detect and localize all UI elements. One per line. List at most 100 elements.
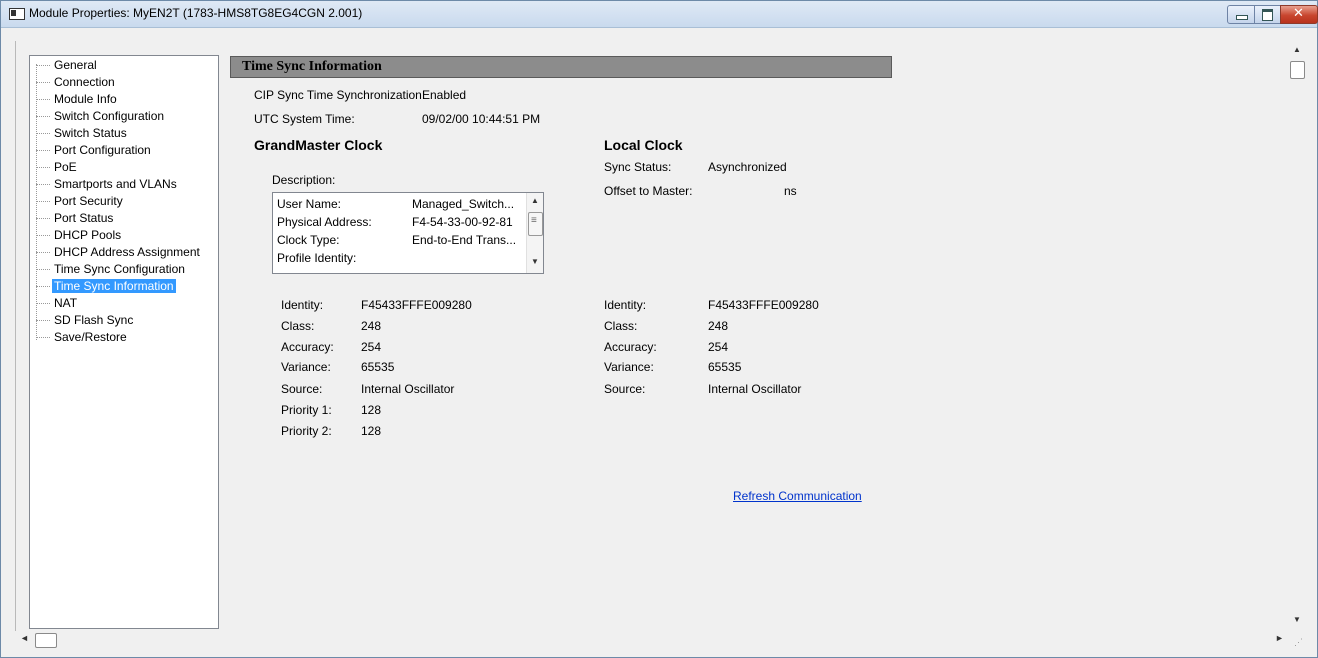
window-title: Module Properties: MyEN2T (1783-HMS8TG8E…	[29, 6, 363, 20]
refresh-communication-link[interactable]: Refresh Communication	[733, 489, 862, 503]
title-bar: Module Properties: MyEN2T (1783-HMS8TG8E…	[1, 1, 1318, 28]
desc-row-label: Physical Address:	[277, 215, 372, 229]
desc-row-value: End-to-End Trans...	[412, 233, 517, 247]
resize-grip-icon[interactable]: ⋰	[1294, 637, 1303, 648]
gm-class-label: Class:	[281, 319, 315, 333]
sidebar-item-label: General	[54, 58, 97, 72]
sidebar-item-dhcp-pools[interactable]: DHCP Pools	[36, 227, 123, 243]
scroll-down-icon[interactable]: ▼	[531, 257, 539, 266]
close-icon: ✕	[1293, 6, 1304, 21]
sidebar-item-label: PoE	[54, 160, 77, 174]
cip-sync-label: CIP Sync Time Synchronization:	[254, 88, 426, 102]
sync-status-label: Sync Status:	[604, 160, 672, 174]
sidebar-item-general[interactable]: General	[36, 57, 99, 73]
sidebar-item-label: Connection	[54, 75, 115, 89]
window-icon	[9, 8, 25, 20]
sidebar-item-nat[interactable]: NAT	[36, 295, 79, 311]
vertical-scrollbar[interactable]: ▲ ▼	[1289, 41, 1306, 631]
sidebar-item-save-restore[interactable]: Save/Restore	[36, 329, 129, 345]
horizontal-scroll-thumb[interactable]	[35, 633, 57, 648]
local-variance-label: Variance:	[604, 360, 654, 374]
maximize-icon	[1262, 9, 1273, 21]
sidebar-item-label: NAT	[54, 296, 78, 310]
close-button[interactable]: ✕	[1280, 5, 1318, 24]
gm-source-label: Source:	[281, 382, 323, 396]
sidebar-item-label: Switch Configuration	[54, 109, 165, 123]
minimize-icon	[1236, 15, 1248, 20]
sidebar-item-label: Module Info	[54, 92, 117, 106]
desc-row-label: Clock Type:	[277, 233, 340, 247]
scroll-up-icon[interactable]: ▲	[531, 196, 539, 205]
sidebar-item-port-status[interactable]: Port Status	[36, 210, 115, 226]
gm-identity-value: F45433FFFE009280	[361, 298, 472, 312]
sidebar-item-time-sync-information[interactable]: Time Sync Information	[36, 278, 176, 294]
utc-time-value: 09/02/00 10:44:51 PM	[422, 112, 541, 126]
local-clock-heading: Local Clock	[604, 137, 683, 153]
sidebar-item-label: DHCP Pools	[54, 228, 122, 242]
sidebar-item-label: SD Flash Sync	[54, 313, 134, 327]
gm-class-value: 248	[361, 319, 382, 333]
local-class-value: 248	[708, 319, 729, 333]
horizontal-scrollbar[interactable]: ◄ ►	[15, 631, 1306, 648]
maximize-button[interactable]	[1254, 5, 1281, 24]
sidebar-item-label: DHCP Address Assignment	[54, 245, 200, 259]
vertical-scroll-thumb[interactable]	[1290, 61, 1305, 79]
sidebar-item-poe[interactable]: PoE	[36, 159, 79, 175]
sidebar-item-dhcp-address-assignment[interactable]: DHCP Address Assignment	[36, 244, 202, 260]
local-source-label: Source:	[604, 382, 646, 396]
scroll-up-arrow-icon[interactable]: ▲	[1293, 45, 1301, 54]
sync-status-value: Asynchronized	[708, 160, 787, 174]
scroll-thumb[interactable]	[528, 212, 543, 236]
sidebar-item-module-info[interactable]: Module Info	[36, 91, 119, 107]
category-tree[interactable]: General Connection Module Info Switch Co…	[29, 55, 219, 629]
gm-accuracy-label: Accuracy:	[281, 340, 334, 354]
local-variance-value: 65535	[708, 360, 742, 374]
description-list[interactable]: User Name: Managed_Switch... Physical Ad…	[272, 192, 544, 274]
sidebar-item-port-security[interactable]: Port Security	[36, 193, 125, 209]
sidebar-item-label: Save/Restore	[54, 330, 127, 344]
sidebar-item-label: Time Sync Configuration	[54, 262, 185, 276]
sidebar-item-connection[interactable]: Connection	[36, 74, 117, 90]
local-source-value: Internal Oscillator	[708, 382, 802, 396]
sidebar-item-switch-status[interactable]: Switch Status	[36, 125, 129, 141]
desc-row-label: Profile Identity:	[277, 251, 357, 265]
gm-priority2-value: 128	[361, 424, 382, 438]
local-accuracy-value: 254	[708, 340, 729, 354]
description-label: Description:	[272, 173, 336, 187]
sidebar-item-switch-configuration[interactable]: Switch Configuration	[36, 108, 166, 124]
sidebar-item-port-configuration[interactable]: Port Configuration	[36, 142, 153, 158]
utc-time-label: UTC System Time:	[254, 112, 355, 126]
scroll-down-arrow-icon[interactable]: ▼	[1293, 615, 1301, 624]
description-scrollbar[interactable]: ▲ ▼	[526, 193, 543, 273]
module-properties-window: Module Properties: MyEN2T (1783-HMS8TG8E…	[0, 0, 1318, 658]
grandmaster-heading: GrandMaster Clock	[254, 137, 383, 153]
gm-source-value: Internal Oscillator	[361, 382, 455, 396]
gm-variance-value: 65535	[361, 360, 395, 374]
section-title: Time Sync Information	[242, 59, 382, 74]
scroll-left-arrow-icon[interactable]: ◄	[20, 633, 29, 643]
gm-priority2-label: Priority 2:	[281, 424, 332, 438]
gm-priority1-value: 128	[361, 403, 382, 417]
sidebar-item-sd-flash-sync[interactable]: SD Flash Sync	[36, 312, 135, 328]
local-identity-value: F45433FFFE009280	[708, 298, 819, 312]
desc-row-value: Managed_Switch...	[412, 197, 515, 211]
minimize-button[interactable]	[1227, 5, 1255, 24]
sidebar-item-label: Port Status	[54, 211, 114, 225]
sidebar-item-label: Time Sync Information	[52, 279, 176, 293]
offset-to-master-label: Offset to Master:	[604, 184, 693, 198]
sidebar-item-smartports-vlans[interactable]: Smartports and VLANs	[36, 176, 179, 192]
desc-row-label: User Name:	[277, 197, 342, 211]
scroll-right-arrow-icon[interactable]: ►	[1275, 633, 1284, 643]
gm-identity-label: Identity:	[281, 298, 324, 312]
frame-divider	[15, 41, 16, 631]
local-accuracy-label: Accuracy:	[604, 340, 657, 354]
desc-row-value: F4-54-33-00-92-81	[412, 215, 513, 229]
local-identity-label: Identity:	[604, 298, 647, 312]
sidebar-item-time-sync-configuration[interactable]: Time Sync Configuration	[36, 261, 187, 277]
local-class-label: Class:	[604, 319, 638, 333]
sidebar-item-label: Port Configuration	[54, 143, 151, 157]
sidebar-item-label: Smartports and VLANs	[54, 177, 177, 191]
sidebar-item-label: Port Security	[54, 194, 123, 208]
gm-accuracy-value: 254	[361, 340, 382, 354]
gm-variance-label: Variance:	[281, 360, 331, 374]
